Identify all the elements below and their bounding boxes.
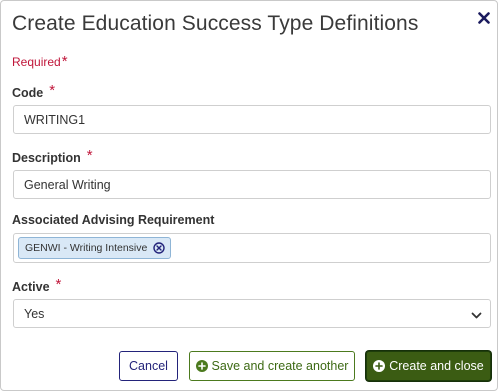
description-input[interactable]: General Writing: [13, 170, 491, 199]
cancel-button-label: Cancel: [129, 359, 168, 373]
code-required-star: *: [49, 82, 56, 99]
create-and-close-button[interactable]: Create and close: [366, 351, 491, 381]
active-label-text: Active: [12, 280, 50, 294]
chevron-down-icon: [471, 309, 482, 323]
requirement-label-text: Associated Advising Requirement: [12, 213, 215, 227]
code-label-text: Code: [12, 86, 44, 100]
required-note: Required*: [12, 53, 68, 70]
code-input[interactable]: WRITING1: [13, 105, 491, 134]
active-label: Active *: [12, 276, 62, 295]
requirement-multiselect[interactable]: GENWI - Writing Intensive: [13, 233, 491, 263]
plus-circle-icon: [373, 360, 386, 372]
save-and-create-another-label: Save and create another: [211, 359, 349, 373]
requirement-tag-label: GENWI - Writing Intensive: [25, 242, 148, 254]
required-note-text: Required: [12, 55, 61, 69]
create-definition-dialog: Create Education Success Type Definition…: [0, 0, 498, 391]
active-select-value: Yes: [24, 306, 45, 321]
dialog-title: Create Education Success Type Definition…: [12, 12, 419, 35]
plus-circle-icon: [195, 360, 208, 372]
requirement-tag: GENWI - Writing Intensive: [18, 237, 172, 259]
description-label: Description *: [12, 147, 93, 166]
create-and-close-label: Create and close: [389, 359, 484, 373]
description-required-star: *: [86, 147, 93, 164]
remove-circle-icon[interactable]: [153, 242, 166, 254]
description-label-text: Description: [12, 151, 81, 165]
required-star: *: [61, 53, 68, 70]
close-icon[interactable]: [478, 12, 490, 24]
requirement-label: Associated Advising Requirement: [12, 213, 214, 227]
active-required-star: *: [55, 276, 62, 293]
close-button[interactable]: [475, 9, 493, 27]
active-select[interactable]: Yes: [13, 299, 491, 328]
code-label: Code *: [12, 82, 56, 101]
save-and-create-another-button[interactable]: Save and create another: [189, 351, 355, 381]
cancel-button[interactable]: Cancel: [119, 351, 178, 381]
